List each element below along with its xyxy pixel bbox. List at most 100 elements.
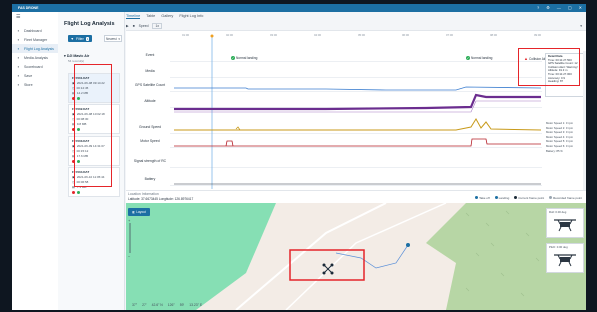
motor-speed-spike <box>225 140 234 147</box>
sidebar-item-label: Flight Log Analysis <box>24 46 54 51</box>
log-id: FLY003.DAT <box>72 139 90 143</box>
tab-flight-log-info[interactable]: Flight Log Info <box>179 14 203 19</box>
settings-icon[interactable]: ⚙ <box>546 5 550 10</box>
check-icon: ✓ <box>231 56 235 60</box>
altitude-series-line-2 <box>174 100 541 113</box>
plus-icon: ▪ <box>17 82 20 87</box>
status-dot-icon <box>72 191 75 194</box>
filter-icon: ▼ <box>70 36 74 41</box>
tab-bar: Timeline Table Gallery Flight Log Info <box>126 14 203 19</box>
status-dot-icon <box>77 97 80 100</box>
event-label: Normal landing <box>471 56 493 60</box>
altitude-series-line <box>174 93 541 111</box>
sidebar-item[interactable]: ▪ Flight Log Analysis <box>12 44 58 53</box>
calendar-icon: ▣ <box>72 112 75 116</box>
play-icon[interactable]: ▶ <box>126 24 129 28</box>
filter-button[interactable]: ▼ Filter 1 <box>68 35 92 42</box>
drone-side-icon <box>554 219 576 232</box>
status-dot-icon <box>77 160 80 163</box>
coordinate-part: 126° <box>167 303 175 307</box>
coordinate-part: 42.6" N <box>151 303 163 307</box>
maximize-icon[interactable]: ▢ <box>568 5 572 10</box>
map-canvas: + − <box>126 203 586 310</box>
close-icon[interactable]: ✕ <box>579 5 582 10</box>
gps-series-line <box>174 86 542 91</box>
drone-icon: ▪ <box>17 37 20 42</box>
filter-count-badge: 1 <box>85 36 90 41</box>
timeline-scrollbar[interactable] <box>583 51 586 201</box>
map-legend-item: Landing <box>494 196 509 200</box>
speed-select[interactable]: 1x <box>152 22 163 29</box>
log-list-panel: Flight Log Analysis ▼ Filter 1 Newest ▾ … <box>58 12 125 310</box>
map-legend-item: Current frame point <box>514 196 544 200</box>
event-label: Normal landing <box>236 56 258 60</box>
event-normal-landing-2[interactable]: ✓ Normal landing <box>466 56 492 60</box>
log-date: 2021-06-08 10:02:18 <box>76 112 105 116</box>
expand-icon[interactable]: ▾ <box>580 24 582 28</box>
page-title: Flight Log Analysis <box>64 21 115 27</box>
log-duration: 00:08:30 <box>76 117 89 121</box>
chevron-down-icon: ▾ <box>118 36 120 41</box>
map-legend-label: Take off <box>479 196 490 200</box>
map-legend-item: Recorded frame point <box>549 196 582 200</box>
sidebar-item-label: Store <box>24 82 33 87</box>
tab-table[interactable]: Table <box>146 14 155 19</box>
log-card[interactable]: FLY002.DAT ▣ 2021-06-08 10:02:18 ◷ 00:08:30 ▤… <box>68 104 120 134</box>
takeoff-marker[interactable] <box>406 243 410 247</box>
minimize-icon[interactable]: — <box>557 5 561 10</box>
tooltip-row: Heading: 87 <box>548 80 564 84</box>
sort-select[interactable]: Newest ▾ <box>104 35 122 42</box>
sidebar-item[interactable]: ▪ Fleet Manager <box>12 35 58 44</box>
sidebar-item[interactable]: ▪ Media Analysis <box>12 53 58 62</box>
chart-icon: ▪ <box>17 46 20 51</box>
location-coords: Latitude: 37.6673445 Longitude: 126.8976… <box>128 197 194 201</box>
menu-icon[interactable]: ☰ <box>12 12 58 22</box>
playhead-marker <box>210 34 214 38</box>
log-card[interactable]: FLY001.DAT ▣ 2021-06-08 09:14:22 ◷ 00:12:45 ▤… <box>68 73 120 103</box>
tab-timeline[interactable]: Timeline <box>126 14 141 19</box>
trophy-icon: ▪ <box>17 64 20 69</box>
roll-label: Roll: 0.00 deg <box>549 210 567 214</box>
main-content: Timeline Table Gallery Flight Log Info ▶ ■ … <box>126 12 586 310</box>
layout-label: Layout <box>136 210 146 214</box>
stop-icon[interactable]: ■ <box>133 24 135 28</box>
coordinate-part: 59' <box>179 303 185 307</box>
log-size: 14.2 MB <box>76 91 89 95</box>
drone-front-icon <box>554 254 576 267</box>
coordinate-part: 13.23" E <box>189 303 203 307</box>
log-id: FLY001.DAT <box>72 76 90 80</box>
drone-position-icon[interactable] <box>322 263 334 275</box>
log-date: 2021-06-08 09:14:22 <box>76 81 105 85</box>
clock-icon: ◷ <box>72 180 75 184</box>
map-legend-item: Take off <box>475 196 490 200</box>
sidebar-item[interactable]: ▪ Store <box>12 80 58 89</box>
tab-gallery[interactable]: Gallery <box>161 14 173 19</box>
playback-controls: ▶ ■ Speed 1x ▾ <box>126 22 586 29</box>
timeline-charts <box>174 34 542 189</box>
clock-icon: ◷ <box>72 149 75 153</box>
window-controls: ? ⚙ — ▢ ✕ <box>537 5 582 10</box>
sidebar-item[interactable]: ▪ Dashboard <box>12 26 58 35</box>
motor-speed-line <box>174 138 541 147</box>
log-size: 17.6 MB <box>76 154 89 158</box>
status-dot-icon <box>77 191 80 194</box>
drone-group-header[interactable]: ▾ DJI Mavic Air <box>64 54 89 58</box>
file-icon: ▤ <box>72 154 75 158</box>
event-normal-landing[interactable]: ✓ Normal landing <box>231 56 257 60</box>
status-dot-icon <box>72 97 75 100</box>
legend-dot-icon <box>475 196 479 199</box>
sidebar-item-label: Dashboard <box>24 28 42 33</box>
warning-icon: ▲ <box>524 56 528 61</box>
clock-icon: ◷ <box>72 117 75 121</box>
log-card[interactable]: FLY003.DAT ▣ 2021-06-09 14:31:07 ◷ 00:15:12 ▤… <box>68 136 120 166</box>
log-card[interactable]: FLY004.DAT ▣ 2021-06-10 11:05:44 ◷ 00:06:58 ▤… <box>68 167 120 197</box>
map-view[interactable]: + − ◧ Layout 37° 27' 42.6" N 126° 59' 13.23" … <box>126 203 586 310</box>
help-icon[interactable]: ? <box>537 5 539 10</box>
layout-button[interactable]: ◧ Layout <box>128 208 150 216</box>
map-legend-label: Recorded frame point <box>553 196 582 200</box>
sidebar-item[interactable]: ▪ Scoreboard <box>12 62 58 71</box>
sort-value: Newest <box>106 36 117 41</box>
sidebar-item[interactable]: ▪ Save <box>12 71 58 80</box>
app-name: FAS DRONE <box>18 6 39 10</box>
log-duration: 00:15:12 <box>76 149 89 153</box>
